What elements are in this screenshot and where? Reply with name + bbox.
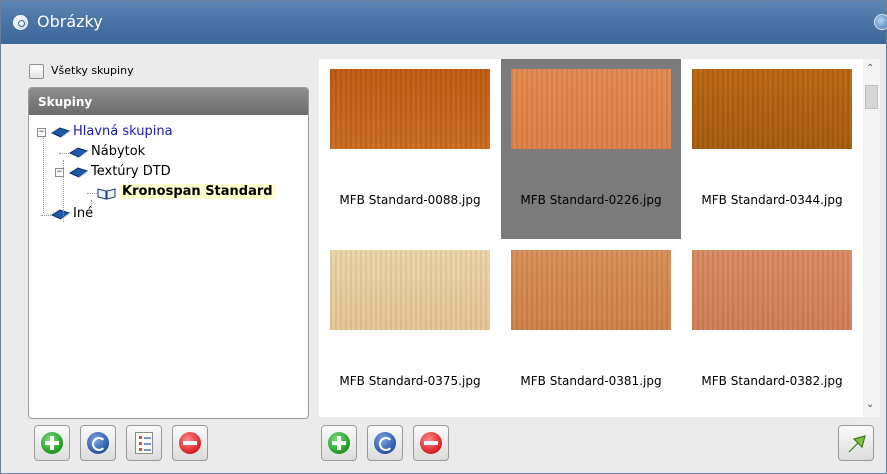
wood-texture-image bbox=[692, 250, 852, 330]
window-title: Obrázky bbox=[37, 12, 103, 31]
tree-connector bbox=[63, 160, 64, 222]
delete-button[interactable] bbox=[172, 425, 208, 461]
wood-texture-image bbox=[511, 250, 671, 330]
add-button[interactable] bbox=[321, 425, 357, 461]
all-groups-checkbox[interactable] bbox=[29, 64, 44, 79]
export-arrow-icon bbox=[847, 434, 867, 454]
images-window: Obrázky Všetky skupiny Skupiny − Hlavná s… bbox=[0, 0, 887, 474]
tree-connector bbox=[43, 137, 44, 213]
image-thumbnail[interactable]: MFB Standard-0375.jpg bbox=[320, 240, 500, 420]
list-icon bbox=[135, 432, 153, 454]
book-icon bbox=[50, 127, 71, 138]
tree-item-label: Hlavná skupina bbox=[73, 124, 173, 139]
image-filename: MFB Standard-0226.jpg bbox=[520, 193, 662, 207]
app-icon bbox=[13, 15, 28, 30]
add-button[interactable] bbox=[34, 425, 70, 461]
image-filename: MFB Standard-0382.jpg bbox=[701, 374, 843, 388]
image-thumbnail[interactable]: MFB Standard-0382.jpg bbox=[682, 240, 862, 420]
scroll-up-icon[interactable]: ⌃ bbox=[866, 63, 874, 74]
groups-tree-panel: Skupiny − Hlavná skupina Nábytok − Textúry D… bbox=[28, 87, 309, 419]
scroll-down-icon[interactable]: ⌄ bbox=[866, 399, 874, 410]
minus-icon bbox=[420, 432, 442, 454]
plus-icon bbox=[328, 432, 350, 454]
export-button[interactable] bbox=[838, 425, 874, 461]
tree-expander-icon[interactable]: − bbox=[37, 128, 46, 137]
tree-item-label: Iné bbox=[73, 206, 94, 221]
delete-button[interactable] bbox=[413, 425, 449, 461]
all-groups-label: Všetky skupiny bbox=[51, 64, 134, 77]
book-icon bbox=[68, 147, 89, 158]
image-filename: MFB Standard-0375.jpg bbox=[339, 374, 481, 388]
image-thumbnail[interactable]: MFB Standard-0226.jpg bbox=[501, 59, 681, 239]
wood-texture-image bbox=[511, 69, 671, 149]
refresh-icon bbox=[87, 432, 109, 454]
minus-icon bbox=[179, 432, 201, 454]
properties-button[interactable] bbox=[126, 425, 162, 461]
wood-texture-image bbox=[330, 250, 490, 330]
refresh-icon bbox=[374, 432, 396, 454]
refresh-button[interactable] bbox=[80, 425, 116, 461]
tree-connector bbox=[59, 153, 69, 154]
image-filename: MFB Standard-0088.jpg bbox=[339, 193, 481, 207]
tree-item-label: Textúry DTD bbox=[91, 164, 171, 179]
gallery-scrollbar[interactable]: ⌃ ⌄ bbox=[863, 59, 880, 417]
image-thumbnail[interactable]: MFB Standard-0381.jpg bbox=[501, 240, 681, 420]
book-icon bbox=[50, 209, 71, 220]
tree-connector bbox=[87, 193, 97, 194]
groups-header: Skupiny bbox=[29, 88, 308, 115]
open-book-icon bbox=[97, 187, 116, 200]
tree-connector bbox=[91, 200, 92, 208]
title-bar[interactable]: Obrázky bbox=[1, 1, 887, 44]
tree-item-label: Kronospan Standard bbox=[119, 184, 276, 199]
image-gallery: MFB Standard-0088.jpg MFB Standard-0226.j… bbox=[319, 59, 880, 417]
refresh-button[interactable] bbox=[367, 425, 403, 461]
image-thumbnail[interactable]: MFB Standard-0088.jpg bbox=[320, 59, 500, 239]
tree-item-label: Nábytok bbox=[91, 144, 146, 159]
image-filename: MFB Standard-0344.jpg bbox=[701, 193, 843, 207]
tree-connector bbox=[41, 215, 51, 216]
scroll-thumb[interactable] bbox=[865, 85, 878, 109]
plus-icon bbox=[41, 432, 63, 454]
image-thumbnail[interactable]: MFB Standard-0344.jpg bbox=[682, 59, 862, 239]
wood-texture-image bbox=[692, 69, 852, 149]
close-icon[interactable] bbox=[874, 14, 887, 30]
book-icon bbox=[68, 167, 89, 178]
wood-texture-image bbox=[330, 69, 490, 149]
image-filename: MFB Standard-0381.jpg bbox=[520, 374, 662, 388]
